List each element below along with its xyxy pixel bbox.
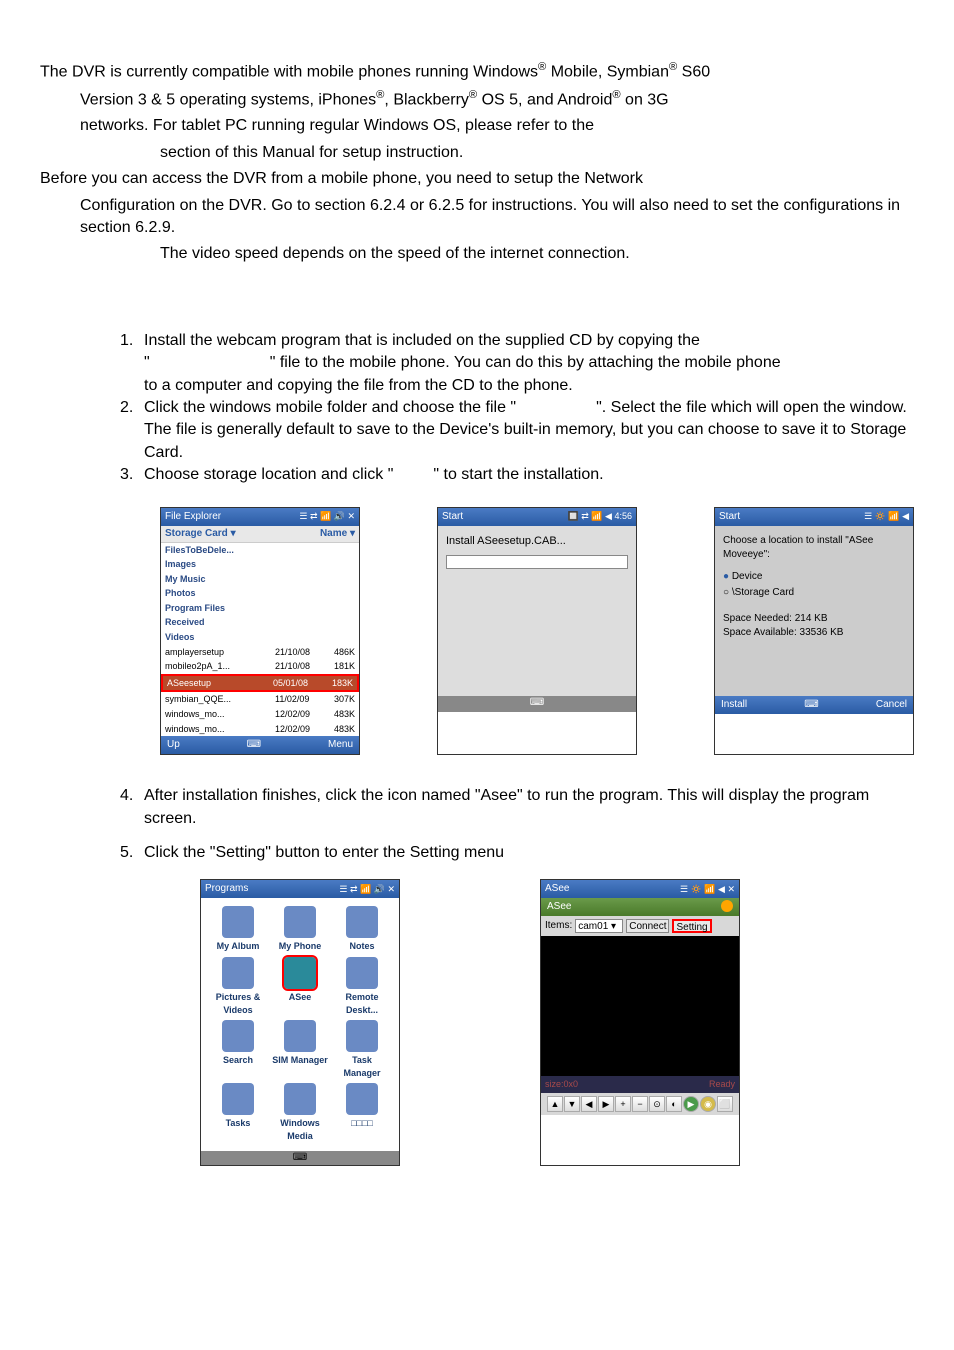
install-button[interactable]: Install xyxy=(721,698,747,712)
fe-file[interactable]: windows_mo...12/02/09483K xyxy=(161,707,359,722)
ptz-down-button[interactable]: ▼ xyxy=(564,1096,580,1112)
inst-title-icons: 🔲 ⇄ 📶 ◀ 4:56 xyxy=(568,510,632,523)
fe-title: File Explorer xyxy=(165,510,221,524)
prog-item[interactable]: Remote Deskt... xyxy=(333,957,391,1016)
fe-menu-button[interactable]: Menu xyxy=(328,738,353,752)
ptz-up-button[interactable]: ▲ xyxy=(547,1096,563,1112)
camera-select[interactable]: cam01 ▾ xyxy=(575,919,623,933)
fe-folder[interactable]: Videos xyxy=(161,630,359,645)
prog-item[interactable]: Pictures & Videos xyxy=(209,957,267,1016)
intro-p6: Configuration on the DVR. Go to section … xyxy=(40,195,914,240)
screenshots-row-1: File Explorer ☰ ⇄ 📶 🔊 ✕ Storage Card ▾ N… xyxy=(160,507,914,756)
ptz-right-button[interactable]: ▶ xyxy=(598,1096,614,1112)
fullscreen-button[interactable]: ⬜ xyxy=(717,1096,733,1112)
prog-item[interactable]: Windows Media xyxy=(271,1083,329,1142)
prog-title: Programs xyxy=(205,882,248,896)
fe-folder[interactable]: FilesToBeDele... xyxy=(161,543,359,558)
prog-item[interactable]: My Phone xyxy=(271,906,329,953)
setting-button[interactable]: Setting xyxy=(672,919,711,933)
ptz-left-button[interactable]: ◀ xyxy=(581,1096,597,1112)
snapshot-button[interactable]: ◉ xyxy=(700,1096,716,1112)
focus-button[interactable]: ⊙ xyxy=(649,1096,665,1112)
fe-file-aseesetup[interactable]: ASeesetup05/01/08183K xyxy=(161,674,359,693)
intro-p3: networks. For tablet PC running regular … xyxy=(40,115,914,137)
intro-p2: Version 3 & 5 operating systems, iPhones… xyxy=(40,88,914,112)
prog-item[interactable]: Notes xyxy=(333,906,391,953)
fe-title-icons: ☰ ⇄ 📶 🔊 ✕ xyxy=(299,510,355,523)
intro-p5: Before you can access the DVR from a mob… xyxy=(40,168,914,190)
install-text: Install ASeesetup.CAB... xyxy=(446,534,628,549)
radio-device[interactable]: Device xyxy=(723,570,905,584)
fe-name-col[interactable]: Name ▾ xyxy=(320,527,355,541)
play-button[interactable]: ▶ xyxy=(683,1096,699,1112)
cancel-button[interactable]: Cancel xyxy=(876,698,907,712)
prog-item-asee[interactable]: ASee xyxy=(271,957,329,1016)
zoom-out-button[interactable]: − xyxy=(632,1096,648,1112)
keyboard-icon[interactable]: ⌨ xyxy=(247,738,261,752)
loc-title-icons: ☰ 🔅 📶 ◀ xyxy=(864,510,909,523)
step-3: 3. Choose storage location and click "" … xyxy=(40,464,914,486)
fe-folder[interactable]: Photos xyxy=(161,586,359,601)
fe-file[interactable]: windows_mo...12/02/09483K xyxy=(161,722,359,737)
fe-folder[interactable]: My Music xyxy=(161,572,359,587)
fe-file[interactable]: amplayersetup21/10/08486K xyxy=(161,645,359,660)
connect-button[interactable]: Connect xyxy=(626,919,669,933)
step-1: 1. Install the webcam program that is in… xyxy=(40,330,914,397)
keyboard-icon[interactable]: ⌨ xyxy=(804,698,818,712)
install-screenshot: Start 🔲 ⇄ 📶 ◀ 4:56 Install ASeesetup.CAB… xyxy=(437,507,637,756)
step-5: 5. Click the "Setting" button to enter t… xyxy=(40,842,914,864)
step-4: 4. After installation finishes, click th… xyxy=(40,785,914,830)
intro-p4: section of this Manual for setup instruc… xyxy=(40,142,914,164)
ready-label: Ready xyxy=(709,1078,735,1091)
iris-button[interactable]: ◐ xyxy=(666,1096,682,1112)
install-location-screenshot: Start ☰ 🔅 📶 ◀ Choose a location to insta… xyxy=(714,507,914,756)
loc-prompt: Choose a location to install "ASee Movee… xyxy=(723,534,905,562)
asee-screenshot: ASee ☰ 🔅 📶 ◀ ✕ ASee Items: cam01 ▾ Conne… xyxy=(540,879,740,1165)
keyboard-icon[interactable]: ⌨ xyxy=(438,696,636,712)
record-indicator-icon xyxy=(721,900,733,912)
asee-title-icons: ☰ 🔅 📶 ◀ ✕ xyxy=(680,883,735,896)
video-view xyxy=(541,936,739,1076)
fe-folder[interactable]: Images xyxy=(161,557,359,572)
space-needed: Space Needed: 214 KB xyxy=(723,612,905,626)
step-2: 2. Click the windows mobile folder and c… xyxy=(40,397,914,464)
prog-item[interactable]: Task Manager xyxy=(333,1020,391,1079)
asee-title: ASee xyxy=(545,882,569,896)
space-available: Space Available: 33536 KB xyxy=(723,626,905,640)
radio-storage-card[interactable]: \Storage Card xyxy=(723,586,905,600)
items-label: Items: xyxy=(545,919,572,933)
prog-item[interactable]: My Album xyxy=(209,906,267,953)
fe-folder[interactable]: Received xyxy=(161,615,359,630)
prog-title-icons: ☰ ⇄ 📶 🔊 ✕ xyxy=(339,883,395,896)
fe-up-button[interactable]: Up xyxy=(167,738,180,752)
size-label: size:0x0 xyxy=(545,1078,578,1091)
intro-p7: The video speed depends on the speed of … xyxy=(40,243,914,265)
file-explorer-screenshot: File Explorer ☰ ⇄ 📶 🔊 ✕ Storage Card ▾ N… xyxy=(160,507,360,756)
prog-item[interactable]: □□□□ xyxy=(333,1083,391,1142)
keyboard-icon[interactable]: ⌨ xyxy=(201,1151,399,1165)
intro-p1: The DVR is currently compatible with mob… xyxy=(40,60,914,84)
prog-item[interactable]: Search xyxy=(209,1020,267,1079)
progress-bar xyxy=(446,555,628,569)
prog-item[interactable]: SIM Manager xyxy=(271,1020,329,1079)
screenshots-row-2: Programs ☰ ⇄ 📶 🔊 ✕ My Album My Phone Not… xyxy=(200,879,914,1165)
loc-title: Start xyxy=(719,510,740,524)
prog-item[interactable]: Tasks xyxy=(209,1083,267,1142)
programs-screenshot: Programs ☰ ⇄ 📶 🔊 ✕ My Album My Phone Not… xyxy=(200,879,400,1165)
zoom-in-button[interactable]: + xyxy=(615,1096,631,1112)
asee-tab-label[interactable]: ASee xyxy=(547,900,571,914)
fe-storage-dropdown[interactable]: Storage Card ▾ xyxy=(165,527,236,541)
fe-file[interactable]: mobileo2pA_1...21/10/08181K xyxy=(161,659,359,674)
inst-title: Start xyxy=(442,510,463,524)
fe-folder[interactable]: Program Files xyxy=(161,601,359,616)
fe-file[interactable]: symbian_QQE...11/02/09307K xyxy=(161,692,359,707)
